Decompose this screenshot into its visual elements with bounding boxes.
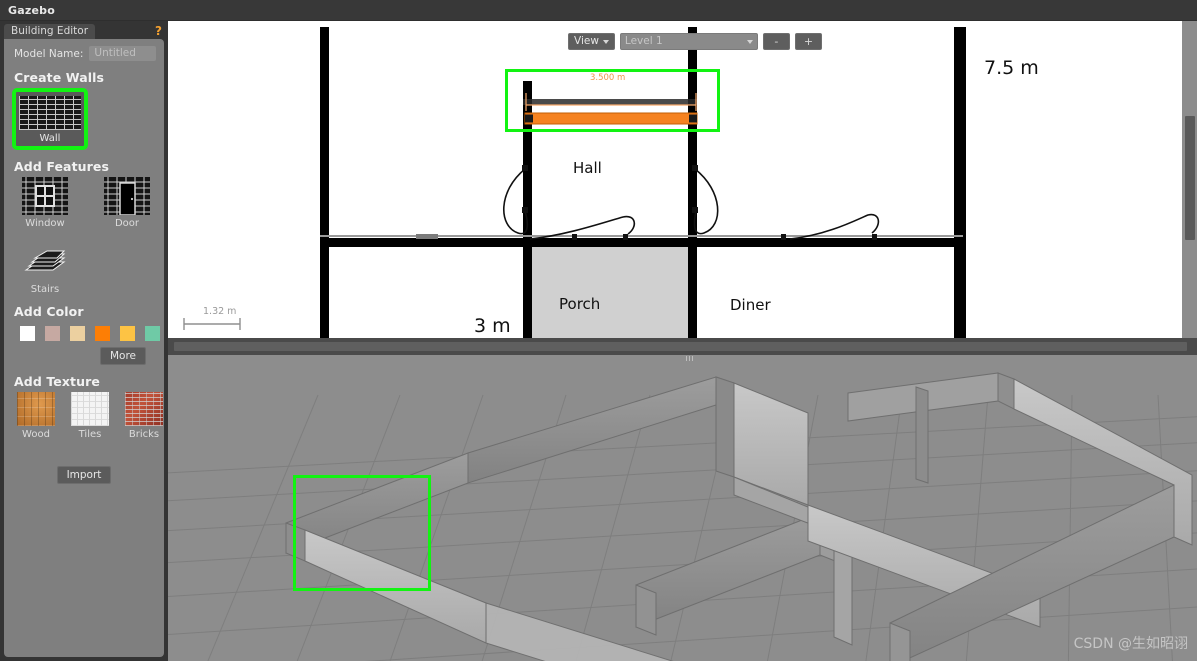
- more-colors-row: More: [4, 341, 164, 365]
- level-select[interactable]: Level 1: [619, 33, 758, 50]
- section-title-add-texture: Add Texture: [14, 374, 100, 389]
- gazebo-window: Gazebo Building Editor ? Model Name: Unt…: [0, 0, 1197, 661]
- room-label-porch: Porch: [559, 295, 601, 313]
- texture-tiles[interactable]: Tiles: [70, 392, 110, 440]
- dimension-label-bottom: 3 m: [474, 315, 511, 337]
- texture-tiles-label: Tiles: [78, 429, 102, 440]
- room-fill-porch: [532, 247, 688, 338]
- zoom-out-button[interactable]: -: [762, 33, 790, 50]
- tool-door-label: Door: [114, 218, 140, 229]
- section-title-add-features: Add Features: [14, 159, 110, 174]
- floorplan-2d-view[interactable]: 3.500 m 7.5 m 3 m 1.32 m Hall Porch Dine…: [168, 21, 1197, 338]
- model-name-row: Model Name: Untitled: [4, 39, 164, 61]
- import-row: Import: [4, 440, 164, 484]
- stairs-icon: [22, 243, 68, 281]
- splitter-handle[interactable]: [678, 355, 700, 361]
- panel-tabstrip: Building Editor: [4, 24, 96, 39]
- tab-building-editor[interactable]: Building Editor: [4, 24, 96, 39]
- chevron-down-icon: [746, 39, 753, 44]
- left-dock-panel: Building Editor ? Model Name: Untitled C…: [0, 21, 168, 661]
- texture-bricks-label: Bricks: [128, 429, 160, 440]
- scene-3d-canvas[interactable]: [168, 355, 1197, 661]
- horizontal-scrollbar-thumb[interactable]: [174, 342, 1187, 351]
- color-swatch-amber[interactable]: [120, 326, 135, 341]
- color-swatch-tan[interactable]: [70, 326, 85, 341]
- floorplan-toolbar: View Level 1 - +: [568, 33, 822, 50]
- tool-window[interactable]: Window: [14, 177, 76, 229]
- editor-area: 3.500 m 7.5 m 3 m 1.32 m Hall Porch Dine…: [168, 21, 1197, 661]
- texture-wood[interactable]: Wood: [16, 392, 56, 440]
- tool-wall[interactable]: Wall: [12, 88, 88, 150]
- window-icon: [22, 177, 68, 215]
- texture-bricks[interactable]: Bricks: [124, 392, 164, 440]
- add-features-tiles-row1: Window Door: [4, 177, 164, 229]
- watermark-label: CSDN @生如昭诩: [1073, 636, 1188, 652]
- color-swatch-teal[interactable]: [145, 326, 160, 341]
- tool-door[interactable]: Door: [96, 177, 158, 229]
- color-swatch-white[interactable]: [20, 326, 35, 341]
- color-swatch-orange[interactable]: [95, 326, 110, 341]
- door-icon: [104, 177, 150, 215]
- vertical-scrollbar[interactable]: [1182, 21, 1197, 338]
- tiles-texture-icon: [71, 392, 109, 426]
- room-label-hall: Hall: [573, 159, 602, 177]
- texture-wood-label: Wood: [22, 429, 50, 440]
- scale-bar-label: 1.32 m: [203, 306, 237, 317]
- section-title-create-walls: Create Walls: [14, 70, 105, 85]
- texture-tiles: Wood Tiles Bricks: [4, 392, 164, 440]
- tool-stairs[interactable]: Stairs: [14, 243, 76, 295]
- vertical-scrollbar-thumb[interactable]: [1185, 116, 1195, 240]
- level-select-value: Level 1: [624, 35, 663, 47]
- model-name-label: Model Name:: [14, 47, 84, 60]
- wood-texture-icon: [17, 392, 55, 426]
- chevron-down-icon: [602, 39, 609, 44]
- section-title-add-color: Add Color: [14, 304, 84, 319]
- color-swatch-dusty-pink[interactable]: [45, 326, 60, 341]
- color-swatch-row: [4, 326, 164, 341]
- tool-wall-label: Wall: [39, 133, 61, 144]
- horizontal-scrollbar[interactable]: [168, 338, 1197, 355]
- view-menu-label: View: [574, 35, 599, 47]
- tool-window-label: Window: [25, 218, 65, 229]
- create-walls-tiles: Wall: [4, 88, 164, 150]
- window-title: Gazebo: [8, 3, 55, 17]
- building-editor-panel: Model Name: Untitled Create Walls Wall A…: [4, 39, 164, 657]
- help-icon[interactable]: ?: [155, 25, 162, 37]
- title-bar: Gazebo: [0, 0, 1197, 21]
- selected-wall-length-label: 3.500 m: [590, 73, 626, 83]
- floorplan-canvas[interactable]: [168, 21, 1197, 338]
- import-button[interactable]: Import: [56, 466, 112, 484]
- model-name-input[interactable]: Untitled: [89, 46, 156, 61]
- viewport-3d[interactable]: CSDN @生如昭诩: [168, 355, 1197, 661]
- dimension-label-right: 7.5 m: [984, 57, 1039, 79]
- tool-stairs-label: Stairs: [30, 284, 60, 295]
- more-colors-button[interactable]: More: [99, 347, 146, 365]
- brick-wall-icon: [19, 96, 81, 130]
- room-label-diner: Diner: [730, 296, 771, 314]
- view-menu-button[interactable]: View: [568, 33, 615, 50]
- bricks-texture-icon: [125, 392, 163, 426]
- zoom-in-button[interactable]: +: [794, 33, 822, 50]
- add-features-tiles-row2: Stairs: [4, 243, 164, 295]
